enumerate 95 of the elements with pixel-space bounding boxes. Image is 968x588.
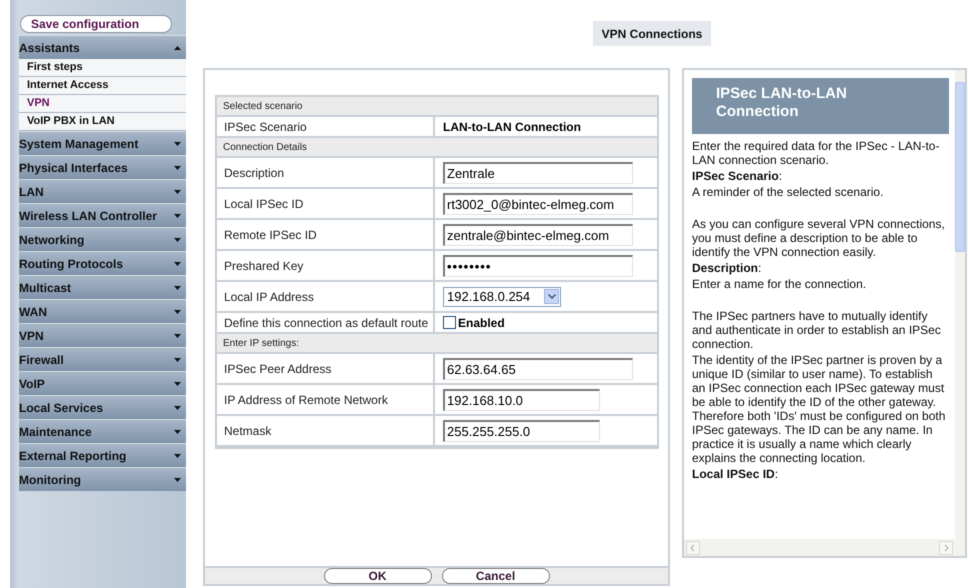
help-paragraph: Enter a name for the connection.	[692, 277, 868, 291]
text-field[interactable]: 255.255.255.0	[443, 420, 600, 442]
submenu-item[interactable]: VoIP PBX in LAN	[19, 113, 186, 131]
menu-section[interactable]: Local Services	[19, 395, 186, 419]
horizontal-scrollbar[interactable]	[684, 539, 955, 556]
submenu-item[interactable]: VPN	[19, 95, 186, 113]
menu-section[interactable]: Physical Interfaces	[19, 155, 186, 179]
help-paragraph: The identity of the IPSec partner is proven by a unique ID (similar to user name). To establish an IPSec connection each IPSec gateway must be able to identify the ID of the other gateway. Therefore both 'IDs' must be configured on both IPSec gateways. The ID can be any name. In practice it is usually a name which clearly explains the connecting location.	[692, 353, 946, 465]
field-label: Preshared Key	[217, 251, 435, 280]
field-label: Remote IPSec ID	[217, 220, 435, 249]
field-label: Netmask	[217, 416, 435, 445]
menu-section-label: WAN	[19, 304, 47, 320]
checkbox-label: Enabled	[458, 314, 505, 332]
menu-section[interactable]: Maintenance	[19, 419, 186, 443]
scroll-right-icon[interactable]	[939, 540, 953, 554]
menu-section[interactable]: Wireless LAN Controller	[19, 203, 186, 227]
help-title: IPSec LAN-to-LAN Connection	[692, 78, 949, 134]
submenu-item[interactable]: First steps	[19, 59, 186, 77]
menu-section-label: Wireless LAN Controller	[19, 208, 157, 224]
password-field[interactable]: ••••••••	[443, 254, 633, 276]
caret-down-icon	[174, 406, 181, 410]
menu-section-label: External Reporting	[19, 448, 126, 464]
caret-down-icon	[174, 142, 181, 146]
form-button[interactable]: OK	[324, 568, 432, 584]
field-label: Description	[217, 158, 435, 187]
menu-section[interactable]: Monitoring	[19, 467, 186, 491]
form-button[interactable]: Cancel	[442, 568, 550, 584]
menu-section[interactable]: WAN	[19, 299, 186, 323]
menu-section-label: Maintenance	[19, 424, 92, 440]
ip-address-dropdown[interactable]: 192.168.0.254	[443, 286, 561, 306]
caret-down-icon	[174, 310, 181, 314]
section-header: Connection Details	[217, 138, 657, 158]
scroll-left-icon[interactable]	[686, 540, 700, 554]
help-paragraph: The IPSec partners have to mutually identify and authenticate in order to establish an IPSec connection.	[692, 309, 942, 351]
help-paragraph: Enter the required data for the IPSec - LAN-to-LAN connection scenario.	[692, 139, 940, 167]
caret-up-icon	[174, 46, 181, 50]
menu-section-label: Monitoring	[19, 472, 81, 488]
menu-section[interactable]: Networking	[19, 227, 186, 251]
help-term: Local IPSec ID:	[692, 467, 780, 481]
menu-section-label: LAN	[19, 184, 44, 200]
help-paragraph: As you can configure several VPN connections, you must define a description to be able to identify the VPN connection easily.	[692, 217, 946, 259]
caret-down-icon	[174, 166, 181, 170]
menu-section-label: Assistants	[19, 40, 80, 56]
field-label: IP Address of Remote Network	[217, 385, 435, 414]
menu-section-label: Local Services	[19, 400, 104, 416]
menu-section-label: Physical Interfaces	[19, 160, 128, 176]
menu-section[interactable]: VPN	[19, 323, 186, 347]
field-label: IPSec Peer Address	[217, 354, 435, 383]
menu-section[interactable]: Firewall	[19, 347, 186, 371]
menu-section[interactable]: System Management	[19, 131, 186, 155]
field-label: Local IPSec ID	[217, 189, 435, 218]
text-field[interactable]: zentrale@bintec-elmeg.com	[443, 224, 633, 246]
menu-section-label: Firewall	[19, 352, 64, 368]
help-term: Description:	[692, 261, 762, 275]
menu-section[interactable]: Multicast	[19, 275, 186, 299]
text-field[interactable]: Zentrale	[443, 162, 633, 184]
menu-section[interactable]: Routing Protocols	[19, 251, 186, 275]
caret-down-icon	[174, 382, 181, 386]
menu-section-label: Routing Protocols	[19, 256, 123, 272]
section-header: Enter IP settings:	[217, 334, 657, 354]
caret-down-icon	[174, 238, 181, 242]
caret-down-icon	[174, 454, 181, 458]
help-term: IPSec Scenario:	[692, 169, 784, 183]
menu-section-label: VoIP	[19, 376, 45, 392]
menu-section[interactable]: External Reporting	[19, 443, 186, 467]
caret-down-icon	[174, 286, 181, 290]
menu-section[interactable]: LAN	[19, 179, 186, 203]
vertical-scrollbar[interactable]	[955, 70, 965, 556]
caret-down-icon	[174, 214, 181, 218]
menu-section[interactable]: Assistants	[19, 35, 186, 59]
field-label: Local IP Address	[217, 282, 435, 311]
field-label: Define this connection as default route	[217, 313, 435, 332]
section-header: Selected scenario	[217, 97, 657, 117]
menu-section[interactable]: VoIP	[19, 371, 186, 395]
help-paragraph: A reminder of the selected scenario.	[692, 185, 884, 199]
caret-down-icon	[174, 334, 181, 338]
menu-section-label: System Management	[19, 136, 138, 152]
caret-down-icon	[174, 430, 181, 434]
scenario-value: LAN-to-LAN Connection	[443, 118, 581, 136]
caret-down-icon	[174, 478, 181, 482]
chevron-down-icon	[548, 294, 556, 299]
save-configuration-button[interactable]: Save configuration	[20, 15, 172, 33]
page-title: VPN Connections	[592, 21, 712, 46]
caret-down-icon	[174, 262, 181, 266]
text-field[interactable]: 192.168.10.0	[443, 388, 600, 410]
field-label: IPSec Scenario	[217, 117, 435, 136]
menu-section-label: Networking	[19, 232, 84, 248]
submenu-item[interactable]: Internet Access	[19, 77, 186, 95]
menu-section-label: Multicast	[19, 280, 72, 296]
checkbox[interactable]	[443, 316, 456, 329]
text-field[interactable]: 62.63.64.65	[443, 358, 633, 380]
caret-down-icon	[174, 358, 181, 362]
menu-section-label: VPN	[19, 328, 44, 344]
caret-down-icon	[174, 190, 181, 194]
text-field[interactable]: rt3002_0@bintec-elmeg.com	[443, 192, 633, 214]
